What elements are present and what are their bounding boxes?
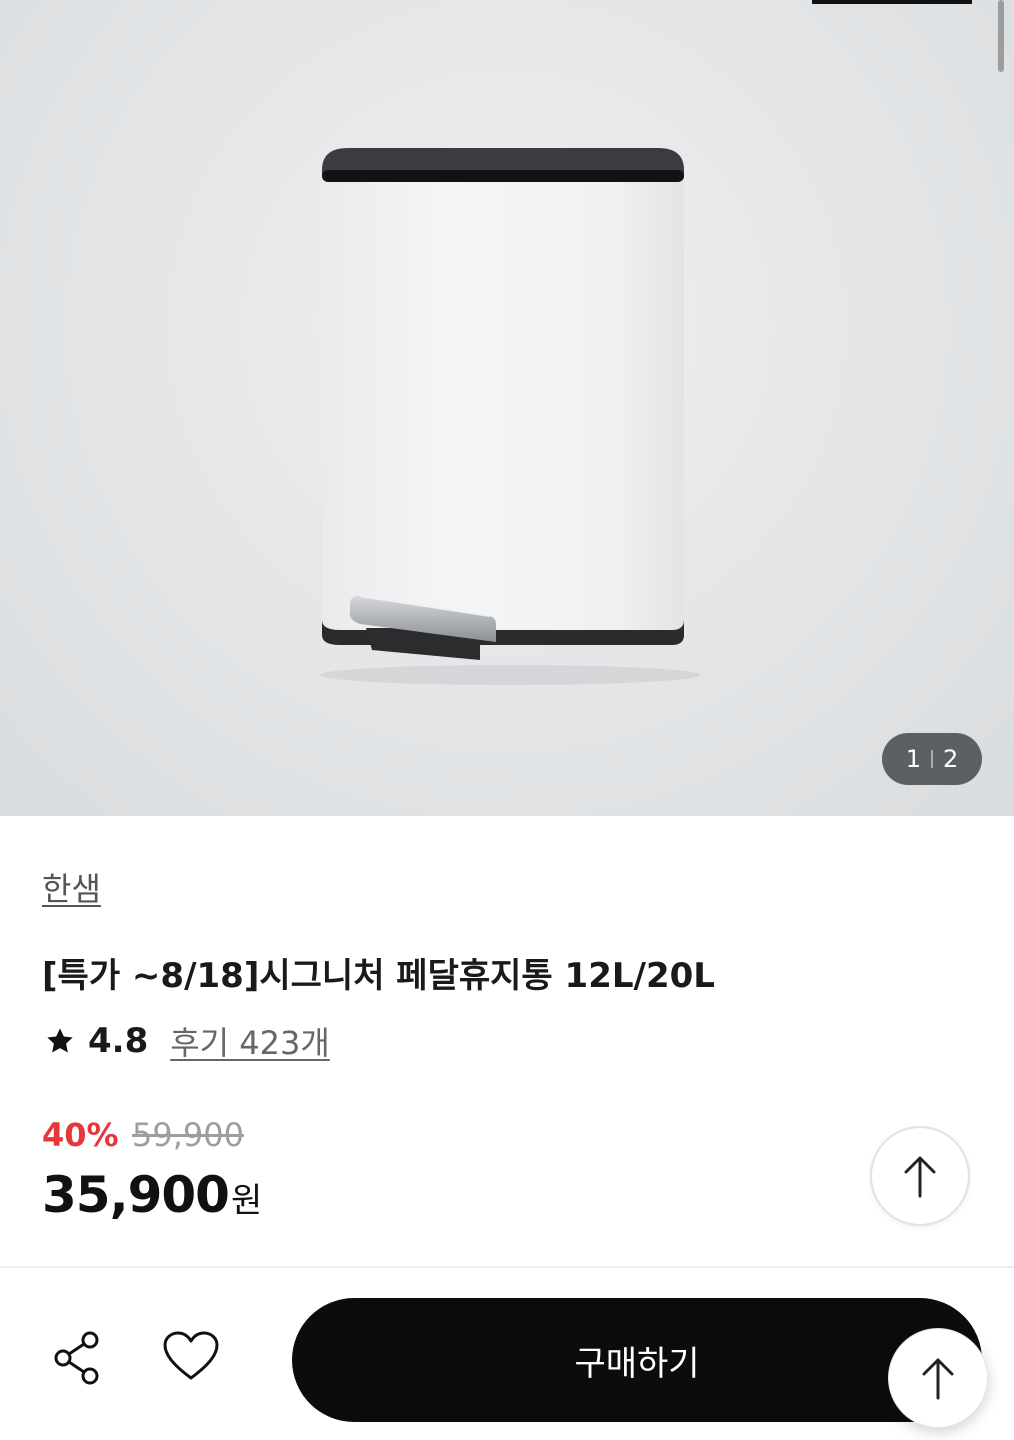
floating-scroll-top-button[interactable] [888, 1328, 988, 1428]
counter-current: 1 [905, 745, 921, 773]
arrow-up-icon [922, 1358, 954, 1400]
original-price: 59,900 [132, 1116, 244, 1154]
brand-link[interactable]: 한샘 [42, 864, 101, 910]
discount-rate: 40% [42, 1116, 119, 1154]
star-icon [47, 1028, 73, 1053]
scrollbar-thumb[interactable] [998, 0, 1004, 72]
price-value: 35,900 [42, 1166, 230, 1224]
top-bar-fragment [812, 0, 972, 4]
image-counter: 1 2 [882, 733, 982, 785]
reviews-link[interactable]: 후기 423개 [170, 1018, 330, 1064]
price-currency: 원 [230, 1181, 263, 1221]
counter-total: 2 [943, 745, 959, 773]
buy-button[interactable]: 구매하기 [292, 1298, 982, 1422]
arrow-up-icon [904, 1156, 936, 1198]
rating-score: 4.8 [88, 1021, 149, 1061]
product-gallery[interactable]: 1 2 [0, 0, 1014, 816]
product-image [320, 148, 700, 685]
scroll-top-button[interactable] [870, 1126, 970, 1226]
heart-icon[interactable] [162, 1330, 220, 1382]
product-title: [특가 ~8/18]시그니처 페달휴지통 12L/20L [42, 956, 715, 996]
rating-row: 4.8 후기 423개 [44, 1018, 330, 1064]
divider [0, 1266, 1014, 1268]
sale-price: 35,900 원 [42, 1166, 262, 1224]
share-icon[interactable] [52, 1330, 102, 1386]
counter-separator [931, 750, 933, 768]
